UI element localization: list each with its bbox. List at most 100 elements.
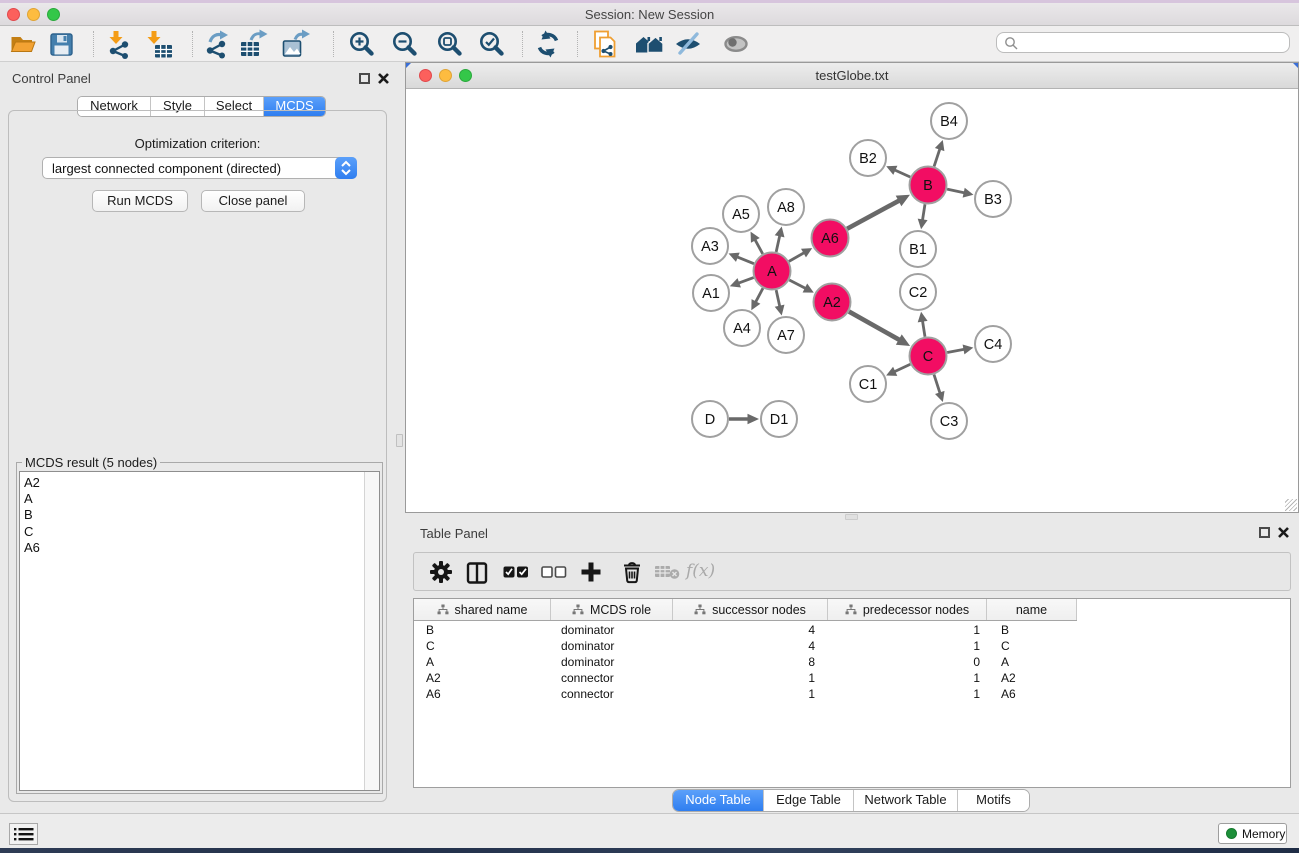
graph-edge[interactable]: [776, 235, 780, 252]
table-cell[interactable]: A6: [414, 686, 551, 702]
table-row[interactable]: A2connector11A2: [414, 670, 1290, 686]
zoom-out-icon[interactable]: [390, 29, 420, 59]
show-columns-icon[interactable]: [464, 560, 490, 586]
table-row[interactable]: Adominator80A: [414, 654, 1290, 670]
graph-edge[interactable]: [755, 239, 763, 253]
table-cell[interactable]: 4: [673, 638, 828, 654]
graph-edge[interactable]: [789, 280, 805, 289]
result-item[interactable]: B: [20, 507, 360, 523]
select-all-columns-icon[interactable]: [503, 565, 529, 579]
zoom-in-icon[interactable]: [347, 29, 377, 59]
graph-edge[interactable]: [934, 375, 940, 394]
graph-edge[interactable]: [947, 349, 964, 352]
table-cell[interactable]: 8: [673, 654, 828, 670]
table-cell[interactable]: 4: [673, 622, 828, 638]
table-cell[interactable]: connector: [551, 670, 673, 686]
table-cell[interactable]: connector: [551, 686, 673, 702]
table-cell[interactable]: A: [987, 654, 1077, 670]
open-session-icon[interactable]: [8, 29, 38, 59]
network-canvas[interactable]: AA6A2BCA5A8A3A1A4A7B2B4B3B1C2C4C1C3DD1: [406, 89, 1298, 512]
table-settings-icon[interactable]: [429, 560, 453, 584]
hide-selection-icon[interactable]: [673, 29, 703, 59]
graph-edge[interactable]: [934, 149, 940, 167]
table-cell[interactable]: B: [987, 622, 1077, 638]
import-network-icon[interactable]: [104, 29, 134, 59]
column-header-mcds-role[interactable]: MCDS role: [551, 599, 673, 620]
table-cell[interactable]: A: [414, 654, 551, 670]
show-all-icon[interactable]: [721, 29, 751, 59]
table-cell[interactable]: A2: [414, 670, 551, 686]
graph-edge[interactable]: [776, 290, 780, 307]
table-cell[interactable]: 1: [828, 686, 987, 702]
table-cell[interactable]: C: [414, 638, 551, 654]
table-cell[interactable]: dominator: [551, 654, 673, 670]
tab-motifs[interactable]: Motifs: [958, 790, 1029, 811]
graph-edge[interactable]: [922, 204, 925, 220]
task-history-button[interactable]: [9, 823, 38, 845]
table-cell[interactable]: 1: [828, 622, 987, 638]
graph-edge[interactable]: [947, 189, 965, 193]
scrollbar-track[interactable]: [364, 472, 379, 790]
export-image-icon[interactable]: [281, 29, 311, 59]
close-panel-button[interactable]: Close panel: [201, 190, 305, 212]
result-item[interactable]: A2: [20, 475, 360, 491]
graph-edge[interactable]: [894, 170, 910, 177]
table-row[interactable]: Bdominator41B: [414, 622, 1290, 638]
splitpane-handle[interactable]: [845, 514, 858, 520]
table-cell[interactable]: dominator: [551, 638, 673, 654]
export-network-icon[interactable]: [203, 29, 233, 59]
memory-button[interactable]: Memory: [1218, 823, 1287, 844]
first-neighbors-icon[interactable]: [635, 29, 665, 59]
network-window-titlebar[interactable]: testGlobe.txt: [406, 63, 1298, 89]
tab-node-table[interactable]: Node Table: [673, 790, 764, 811]
graph-edge[interactable]: [756, 288, 763, 302]
search-input[interactable]: [996, 32, 1290, 53]
splitpane-handle[interactable]: [396, 434, 403, 447]
column-header-predecessor-nodes[interactable]: predecessor nodes: [828, 599, 987, 620]
result-item[interactable]: A6: [20, 540, 360, 556]
criterion-select[interactable]: largest connected component (directed): [42, 157, 357, 179]
refresh-icon[interactable]: [533, 29, 563, 59]
tab-network-table[interactable]: Network Table: [854, 790, 958, 811]
table-row[interactable]: Cdominator41C: [414, 638, 1290, 654]
graph-edge[interactable]: [738, 278, 753, 284]
table-cell[interactable]: C: [987, 638, 1077, 654]
table-cell[interactable]: 1: [673, 670, 828, 686]
graph-edge[interactable]: [922, 321, 925, 337]
table-panel-close-button[interactable]: [1277, 526, 1290, 539]
graph-edge[interactable]: [849, 312, 900, 341]
result-item[interactable]: A: [20, 491, 360, 507]
table-cell[interactable]: 1: [828, 638, 987, 654]
import-table-icon[interactable]: [144, 29, 174, 59]
graph-edge[interactable]: [737, 257, 754, 264]
create-column-icon[interactable]: [579, 560, 603, 584]
graph-edge[interactable]: [894, 364, 910, 371]
column-header-name[interactable]: name: [987, 599, 1077, 620]
table-cell[interactable]: A6: [987, 686, 1077, 702]
column-header-shared-name[interactable]: shared name: [414, 599, 551, 620]
export-table-icon[interactable]: [239, 29, 269, 59]
graph-edge[interactable]: [847, 200, 899, 228]
table-cell[interactable]: 0: [828, 654, 987, 670]
table-row[interactable]: A6connector11A6: [414, 686, 1290, 702]
control-panel-float-button[interactable]: [359, 73, 370, 84]
network-from-file-icon[interactable]: [590, 29, 620, 59]
table-cell[interactable]: 1: [673, 686, 828, 702]
run-mcds-button[interactable]: Run MCDS: [92, 190, 188, 212]
result-item[interactable]: C: [20, 524, 360, 540]
window-resize-grip[interactable]: [1285, 499, 1297, 511]
table-cell[interactable]: A2: [987, 670, 1077, 686]
column-header-successor-nodes[interactable]: successor nodes: [673, 599, 828, 620]
table-cell[interactable]: 1: [828, 670, 987, 686]
unselect-all-columns-icon[interactable]: [541, 565, 567, 579]
mcds-result-list[interactable]: A2ABCA6: [19, 471, 380, 791]
app-titlebar[interactable]: Session: New Session: [0, 3, 1299, 26]
table-panel-float-button[interactable]: [1259, 527, 1270, 538]
zoom-selected-icon[interactable]: [477, 29, 507, 59]
graph-edge[interactable]: [789, 253, 804, 262]
table-cell[interactable]: B: [414, 622, 551, 638]
tab-edge-table[interactable]: Edge Table: [764, 790, 854, 811]
control-panel-close-button[interactable]: [377, 72, 390, 85]
table-cell[interactable]: dominator: [551, 622, 673, 638]
save-session-icon[interactable]: [46, 29, 76, 59]
